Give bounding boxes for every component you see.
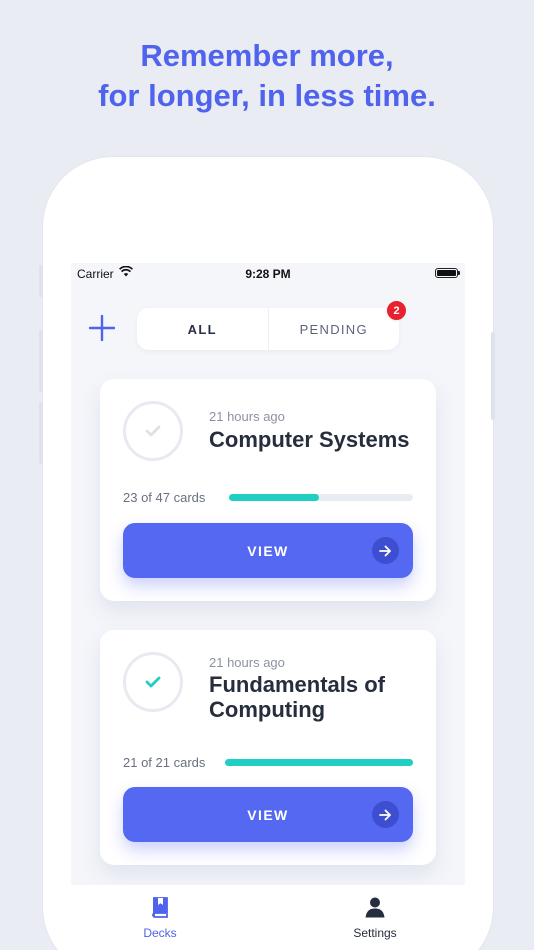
tab-settings[interactable]: Settings [335, 897, 415, 940]
deck-status-ring [123, 401, 183, 461]
pending-count-badge: 2 [385, 299, 408, 322]
deck-title: Computer Systems [209, 427, 410, 452]
deck-progress-bar [225, 759, 413, 766]
clock: 9:28 PM [245, 267, 291, 281]
battery-icon [435, 268, 460, 278]
deck-progress-track [225, 759, 413, 766]
deck-card[interactable]: 21 hours ago Fundamentals of Computing 2… [100, 630, 436, 865]
deck-progress-track [229, 494, 413, 501]
tab-decks-label: Decks [143, 926, 177, 940]
tab-bar: Decks Settings [71, 885, 465, 950]
check-icon [145, 676, 161, 688]
deck-card-count: 21 of 21 cards [123, 755, 206, 770]
view-deck-button[interactable]: VIEW [123, 523, 413, 578]
status-bar: Carrier 9:28 PM [71, 263, 465, 283]
promo-line-1: Remember more, [140, 38, 394, 73]
view-deck-button[interactable]: VIEW [123, 787, 413, 842]
view-button-label: VIEW [247, 806, 289, 823]
tab-all[interactable]: ALL [137, 308, 268, 350]
phone-side-button [491, 332, 495, 420]
deck-updated-time: 21 hours ago [209, 655, 285, 670]
book-icon [152, 897, 168, 918]
phone-side-button [39, 330, 43, 392]
deck-progress-bar [229, 494, 320, 501]
phone-side-button [39, 402, 43, 464]
deck-status-ring [123, 652, 183, 712]
check-icon [145, 425, 161, 437]
tab-decks[interactable]: Decks [120, 897, 200, 940]
tab-pending[interactable]: PENDING [269, 308, 400, 350]
promo-line-2: for longer, in less time. [98, 78, 436, 113]
app-screen: Carrier 9:28 PM ALL PENDING 2 21 hours a… [71, 263, 465, 950]
user-icon [365, 897, 385, 918]
phone-side-button [39, 265, 43, 297]
arrow-right-icon [372, 801, 399, 828]
filter-segmented-control: ALL PENDING [137, 308, 399, 350]
add-deck-button[interactable] [88, 314, 116, 342]
tab-settings-label: Settings [353, 926, 397, 940]
deck-updated-time: 21 hours ago [209, 409, 285, 424]
deck-card[interactable]: 21 hours ago Computer Systems 23 of 47 c… [100, 379, 436, 601]
arrow-right-icon [372, 537, 399, 564]
plus-icon [88, 314, 116, 342]
deck-title: Fundamentals of Computing [209, 672, 386, 722]
deck-card-count: 23 of 47 cards [123, 490, 206, 505]
promo-headline: Remember more, for longer, in less time. [0, 36, 534, 116]
view-button-label: VIEW [247, 542, 289, 559]
